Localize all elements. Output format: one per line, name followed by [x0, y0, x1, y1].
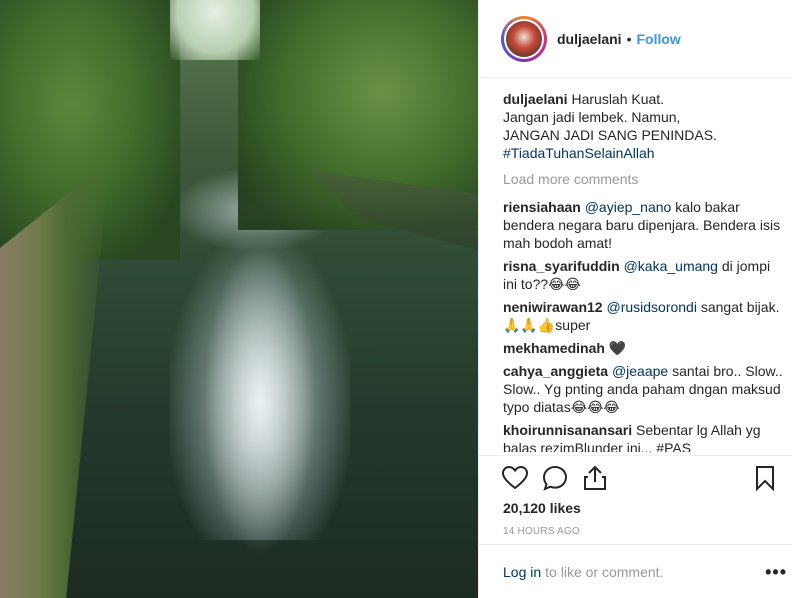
action-icons — [479, 456, 792, 500]
avatar-image — [504, 18, 544, 59]
comments-list[interactable]: duljaelani Haruslah Kuat. Jangan jadi le… — [503, 90, 783, 452]
comment-mention[interactable]: @rusidsorondi — [606, 299, 696, 315]
caption-line: JANGAN JADI SANG PENINDAS. — [503, 127, 717, 143]
water-reflection — [170, 240, 350, 540]
caption-line: Haruslah Kuat. — [571, 91, 665, 107]
comment-item: mekhamedinah 🖤 — [503, 339, 783, 357]
post-photo[interactable] — [0, 0, 478, 598]
caption-line: Jangan jadi lembek. Namun, — [503, 109, 681, 125]
comment-mention[interactable]: @jeaape — [612, 363, 668, 379]
comment-item: cahya_anggieta @jeaape santai bro.. Slow… — [503, 362, 783, 416]
avatar[interactable] — [501, 15, 547, 62]
likes-count[interactable]: 20,120 likes — [479, 500, 792, 516]
comment-username[interactable]: mekhamedinah — [503, 340, 605, 356]
heart-outline-icon[interactable] — [501, 464, 529, 492]
post-header: duljaelani • Follow — [479, 0, 792, 78]
comment-mention[interactable]: @kaka_umang — [624, 258, 718, 274]
login-link[interactable]: Log in — [503, 564, 541, 580]
login-prompt-text: to like or comment. — [545, 563, 664, 580]
post-sidebar: duljaelani • Follow duljaelani Haruslah … — [478, 0, 792, 598]
comment-text: 🖤 — [608, 340, 627, 356]
comment-username[interactable]: neniwirawan12 — [503, 299, 603, 315]
comment-username[interactable]: khoirunnisanansari — [503, 422, 632, 438]
comment-item: neniwirawan12 @rusidsorondi sangat bijak… — [503, 298, 783, 334]
follow-button[interactable]: Follow — [636, 31, 680, 47]
comment-mention[interactable]: @ayiep_nano — [585, 199, 672, 215]
post-timestamp: 14 HOURS AGO — [503, 526, 580, 537]
login-bar: Log in to like or comment. ••• — [479, 544, 792, 598]
comment-username[interactable]: risna_syarifuddin — [503, 258, 620, 274]
bookmark-icon[interactable] — [751, 464, 779, 492]
share-upload-icon[interactable] — [581, 464, 609, 492]
speech-bubble-icon[interactable] — [541, 464, 569, 492]
load-more-comments-button[interactable]: Load more comments — [503, 170, 783, 188]
username-link[interactable]: duljaelani — [557, 31, 622, 47]
post-actions: 20,120 likes 14 HOURS AGO — [479, 455, 792, 537]
comment-item: khoirunnisanansari Sebentar lg Allah yg … — [503, 421, 783, 452]
post-caption: duljaelani Haruslah Kuat. Jangan jadi le… — [503, 90, 783, 162]
comment-item: risna_syarifuddin @kaka_umang di jompi i… — [503, 257, 783, 293]
caption-hashtag[interactable]: #TiadaTuhanSelainAllah — [503, 145, 655, 161]
more-options-icon[interactable]: ••• — [765, 562, 787, 583]
caption-username[interactable]: duljaelani — [503, 91, 568, 107]
separator-dot: • — [626, 30, 632, 47]
sky-patch — [170, 0, 260, 60]
comment-username[interactable]: riensiahaan — [503, 199, 581, 215]
comment-username[interactable]: cahya_anggieta — [503, 363, 608, 379]
comment-item: riensiahaan @ayiep_nano kalo bakar bende… — [503, 198, 783, 252]
